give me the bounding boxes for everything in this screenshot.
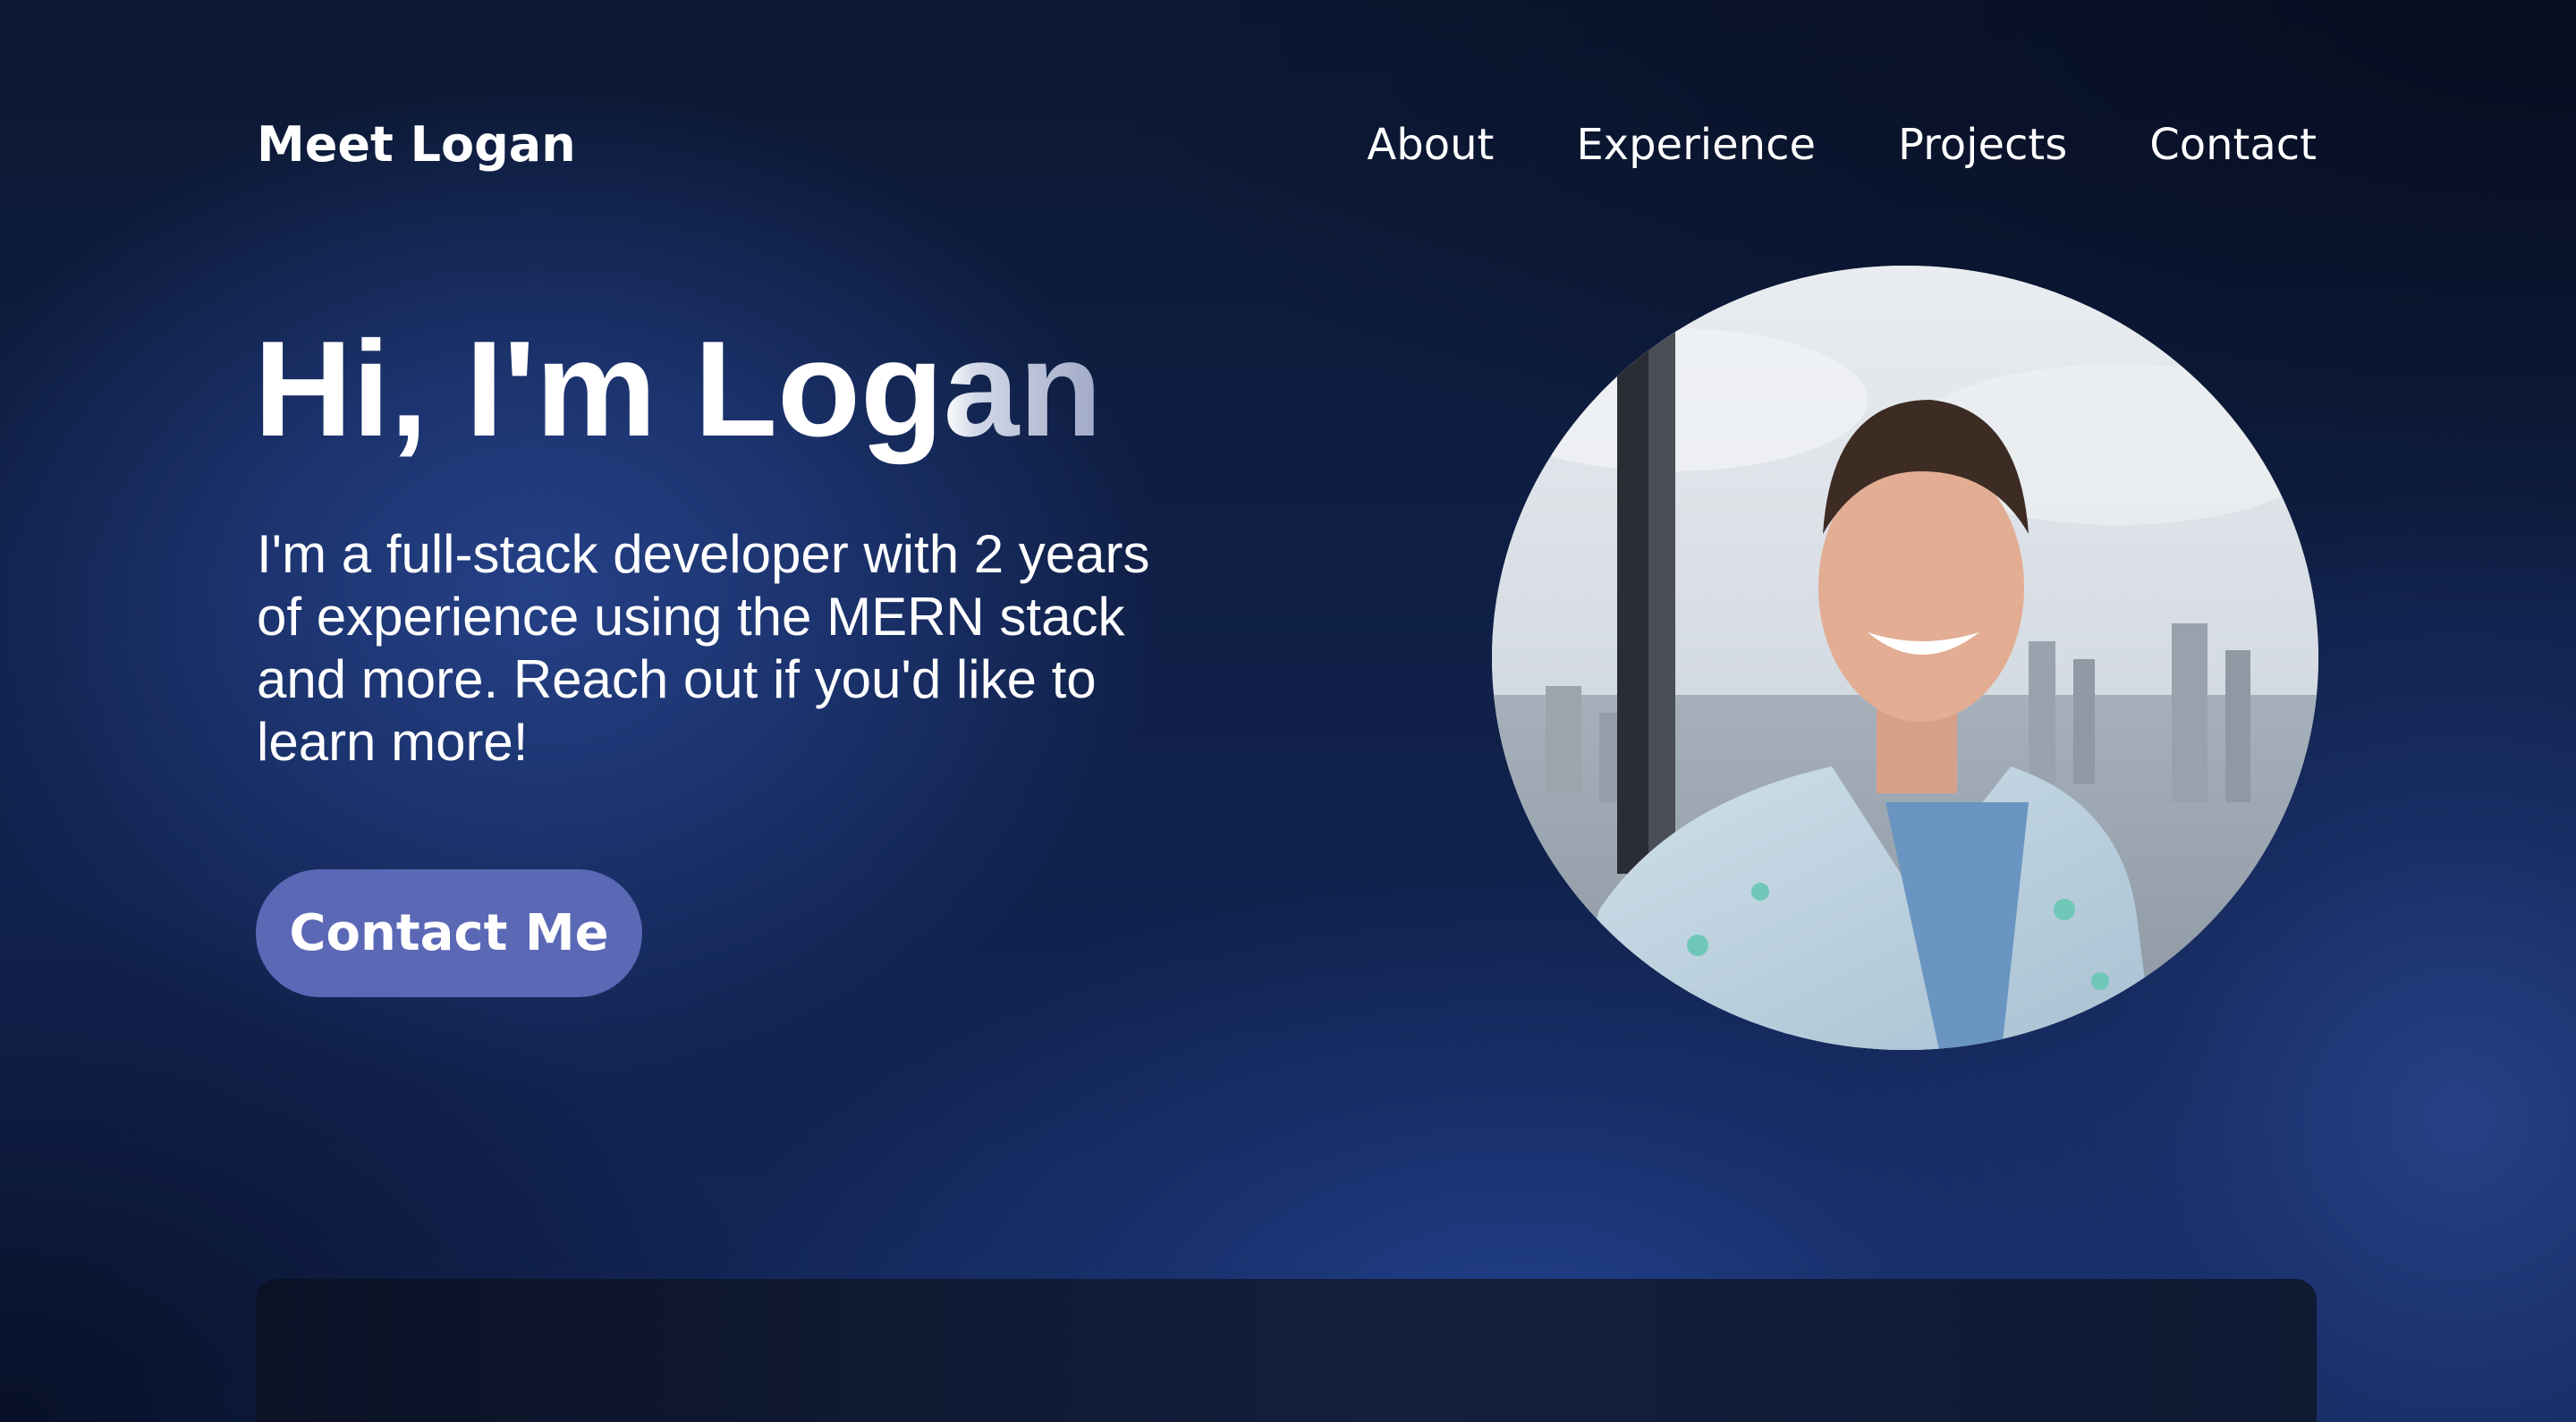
nav-link-contact[interactable]: Contact — [2149, 107, 2317, 182]
profile-photo — [1492, 266, 2318, 1050]
contact-me-button[interactable]: Contact Me — [256, 869, 642, 997]
navbar: Meet Logan About Experience Projects Con… — [257, 107, 2317, 182]
hero-title: Hi, I'm Logan — [254, 313, 1102, 465]
hero-title-typing: an — [943, 313, 1103, 465]
portfolio-page: Meet Logan About Experience Projects Con… — [0, 0, 2576, 1422]
nav-link-projects[interactable]: Projects — [1898, 107, 2067, 182]
portrait-photo-icon — [1492, 266, 2318, 1050]
nav-link-experience[interactable]: Experience — [1576, 107, 1816, 182]
nav-links: About Experience Projects Contact — [1367, 107, 2317, 182]
brand-logo-link[interactable]: Meet Logan — [257, 107, 576, 182]
hero-description: I'm a full-stack developer with 2 years … — [257, 524, 1150, 772]
nav-link-about[interactable]: About — [1367, 107, 1494, 182]
section-panel — [256, 1279, 2317, 1422]
hero-title-main: Hi, I'm Log — [254, 313, 944, 465]
